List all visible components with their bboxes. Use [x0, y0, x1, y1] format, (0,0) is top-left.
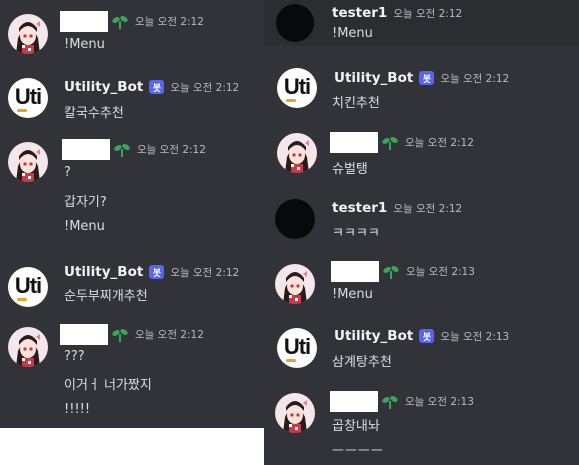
user-avatar-icon[interactable] — [275, 264, 315, 304]
uti-logo-icon[interactable]: Uti — [8, 78, 48, 118]
timestamp: 오늘 오전 2:12 — [170, 81, 240, 94]
timestamp: 오늘 오전 2:12 — [393, 7, 463, 20]
sprout-icon — [112, 328, 128, 342]
bot-tag: 봇 — [149, 80, 165, 94]
message: 오늘 오전 2:13 곱창내놔 ㅡㅡㅡㅡ — [264, 384, 579, 465]
timestamp: 오늘 오전 2:13 — [406, 266, 475, 278]
message: 오늘 오전 2:12 ??? 이거ㅓ 너가짰지 !!!!! — [0, 316, 264, 428]
redacted-username[interactable] — [331, 261, 379, 282]
message: tester1 오늘 오전 2:12 !Menu — [264, 0, 579, 46]
timestamp: 오늘 오전 2:12 — [137, 144, 206, 156]
sprout-icon — [112, 15, 128, 29]
message: Uti Utility_Bot 봇 오늘 오전 2:13 삼계탕추천 — [264, 320, 579, 384]
message-text: 치킨추천 — [332, 96, 380, 111]
username[interactable]: Utility_Bot — [334, 70, 413, 86]
uti-logo-icon[interactable]: Uti — [8, 267, 48, 307]
message: tester1 오늘 오전 2:12 ㅋㅋㅋㅋ — [264, 192, 579, 254]
username[interactable]: Utility_Bot — [64, 264, 143, 280]
message: 오늘 오전 2:13 !Menu — [264, 254, 579, 320]
username[interactable]: Utility_Bot — [64, 79, 143, 95]
message-header: Utility_Bot 봇 오늘 오전 2:12 — [64, 264, 239, 280]
message-header: 오늘 오전 2:12 — [60, 11, 204, 32]
message-header: Utility_Bot 봇 오늘 오전 2:12 — [64, 79, 239, 95]
sprout-icon — [383, 265, 399, 279]
message-header: Utility_Bot 봇 오늘 오전 2:13 — [334, 328, 509, 344]
bot-logo-text: Uti — [283, 74, 311, 99]
message-header: tester1 오늘 오전 2:12 — [332, 200, 462, 216]
bot-logo-text: Uti — [14, 84, 42, 109]
user-avatar-icon[interactable] — [8, 142, 48, 182]
redacted-username[interactable] — [330, 132, 378, 153]
message-text: 삼계탕추천 — [332, 355, 392, 370]
username[interactable]: Utility_Bot — [334, 328, 413, 344]
bot-tag: 봇 — [419, 71, 435, 85]
timestamp: 오늘 오전 2:12 — [135, 329, 204, 341]
message-header: 오늘 오전 2:12 — [60, 324, 204, 345]
message-text: 곱창내놔 — [332, 419, 380, 434]
message-text: 칼국수추천 — [64, 106, 124, 121]
message-header: 오늘 오전 2:12 — [330, 132, 474, 153]
user-avatar-icon[interactable] — [277, 133, 317, 173]
user-avatar-icon[interactable] — [8, 327, 48, 367]
chat-panel-left: 오늘 오전 2:12 !Menu Uti Utility_Bot 봇 오늘 오전… — [0, 0, 264, 428]
redacted-username[interactable] — [60, 11, 108, 32]
message-text: ? — [64, 165, 71, 180]
message-header: 오늘 오전 2:12 — [62, 139, 206, 160]
message-text: ㅋㅋㅋㅋ — [332, 226, 380, 241]
timestamp: 오늘 오전 2:12 — [405, 137, 474, 149]
chat-panel-right: tester1 오늘 오전 2:12 !Menu Uti Utility_Bot… — [264, 0, 579, 465]
redacted-username[interactable] — [330, 391, 378, 412]
message-text: ㅡㅡㅡㅡ — [332, 444, 384, 459]
bot-tag: 봇 — [149, 265, 165, 279]
message: Uti Utility_Bot 봇 오늘 오전 2:12 순두부찌개추천 — [0, 254, 264, 316]
uti-logo-icon[interactable]: Uti — [277, 328, 317, 368]
sprout-icon — [382, 136, 398, 150]
timestamp: 오늘 오전 2:13 — [440, 330, 510, 343]
message-text: !Menu — [64, 219, 105, 234]
message-text: !Menu — [332, 287, 373, 302]
message: 오늘 오전 2:12 슈벌탱 — [264, 124, 579, 192]
message: 오늘 오전 2:12 !Menu — [0, 0, 264, 66]
username[interactable]: tester1 — [332, 200, 387, 216]
message-text: 순두부찌개추천 — [64, 289, 148, 304]
message-text: !Menu — [64, 37, 105, 52]
message-text: 이거ㅓ 너가짰지 — [64, 378, 152, 393]
message-text: !!!!! — [64, 402, 91, 417]
user-avatar-icon[interactable] — [275, 393, 315, 433]
timestamp: 오늘 오전 2:13 — [405, 396, 474, 408]
timestamp: 오늘 오전 2:12 — [135, 16, 204, 28]
message-text: ??? — [64, 349, 85, 364]
user-avatar-icon[interactable] — [8, 14, 48, 54]
message-header: tester1 오늘 오전 2:12 — [332, 5, 462, 21]
bot-tag: 봇 — [419, 329, 435, 343]
message-text: !Menu — [332, 26, 373, 41]
message: Uti Utility_Bot 봇 오늘 오전 2:12 칼국수추천 — [0, 66, 264, 128]
timestamp: 오늘 오전 2:12 — [170, 266, 240, 279]
message: 오늘 오전 2:12 ? 갑자기? !Menu — [0, 128, 264, 254]
black-circle-avatar-icon[interactable] — [275, 199, 315, 239]
message-header: Utility_Bot 봇 오늘 오전 2:12 — [334, 70, 509, 86]
uti-logo-icon[interactable]: Uti — [277, 68, 317, 108]
message-text: 갑자기? — [64, 195, 107, 210]
message-header: 오늘 오전 2:13 — [330, 391, 474, 412]
bot-logo-text: Uti — [283, 334, 311, 359]
black-circle-avatar-icon[interactable] — [276, 4, 314, 42]
message-header: 오늘 오전 2:13 — [331, 261, 475, 282]
sprout-icon — [382, 395, 398, 409]
message: Uti Utility_Bot 봇 오늘 오전 2:12 치킨추천 — [264, 60, 579, 120]
timestamp: 오늘 오전 2:12 — [393, 202, 463, 215]
username[interactable]: tester1 — [332, 5, 387, 21]
bot-logo-text: Uti — [14, 273, 42, 298]
redacted-username[interactable] — [62, 139, 110, 160]
message-text: 슈벌탱 — [332, 162, 368, 177]
sprout-icon — [114, 143, 130, 157]
timestamp: 오늘 오전 2:12 — [440, 72, 510, 85]
redacted-username[interactable] — [60, 324, 108, 345]
